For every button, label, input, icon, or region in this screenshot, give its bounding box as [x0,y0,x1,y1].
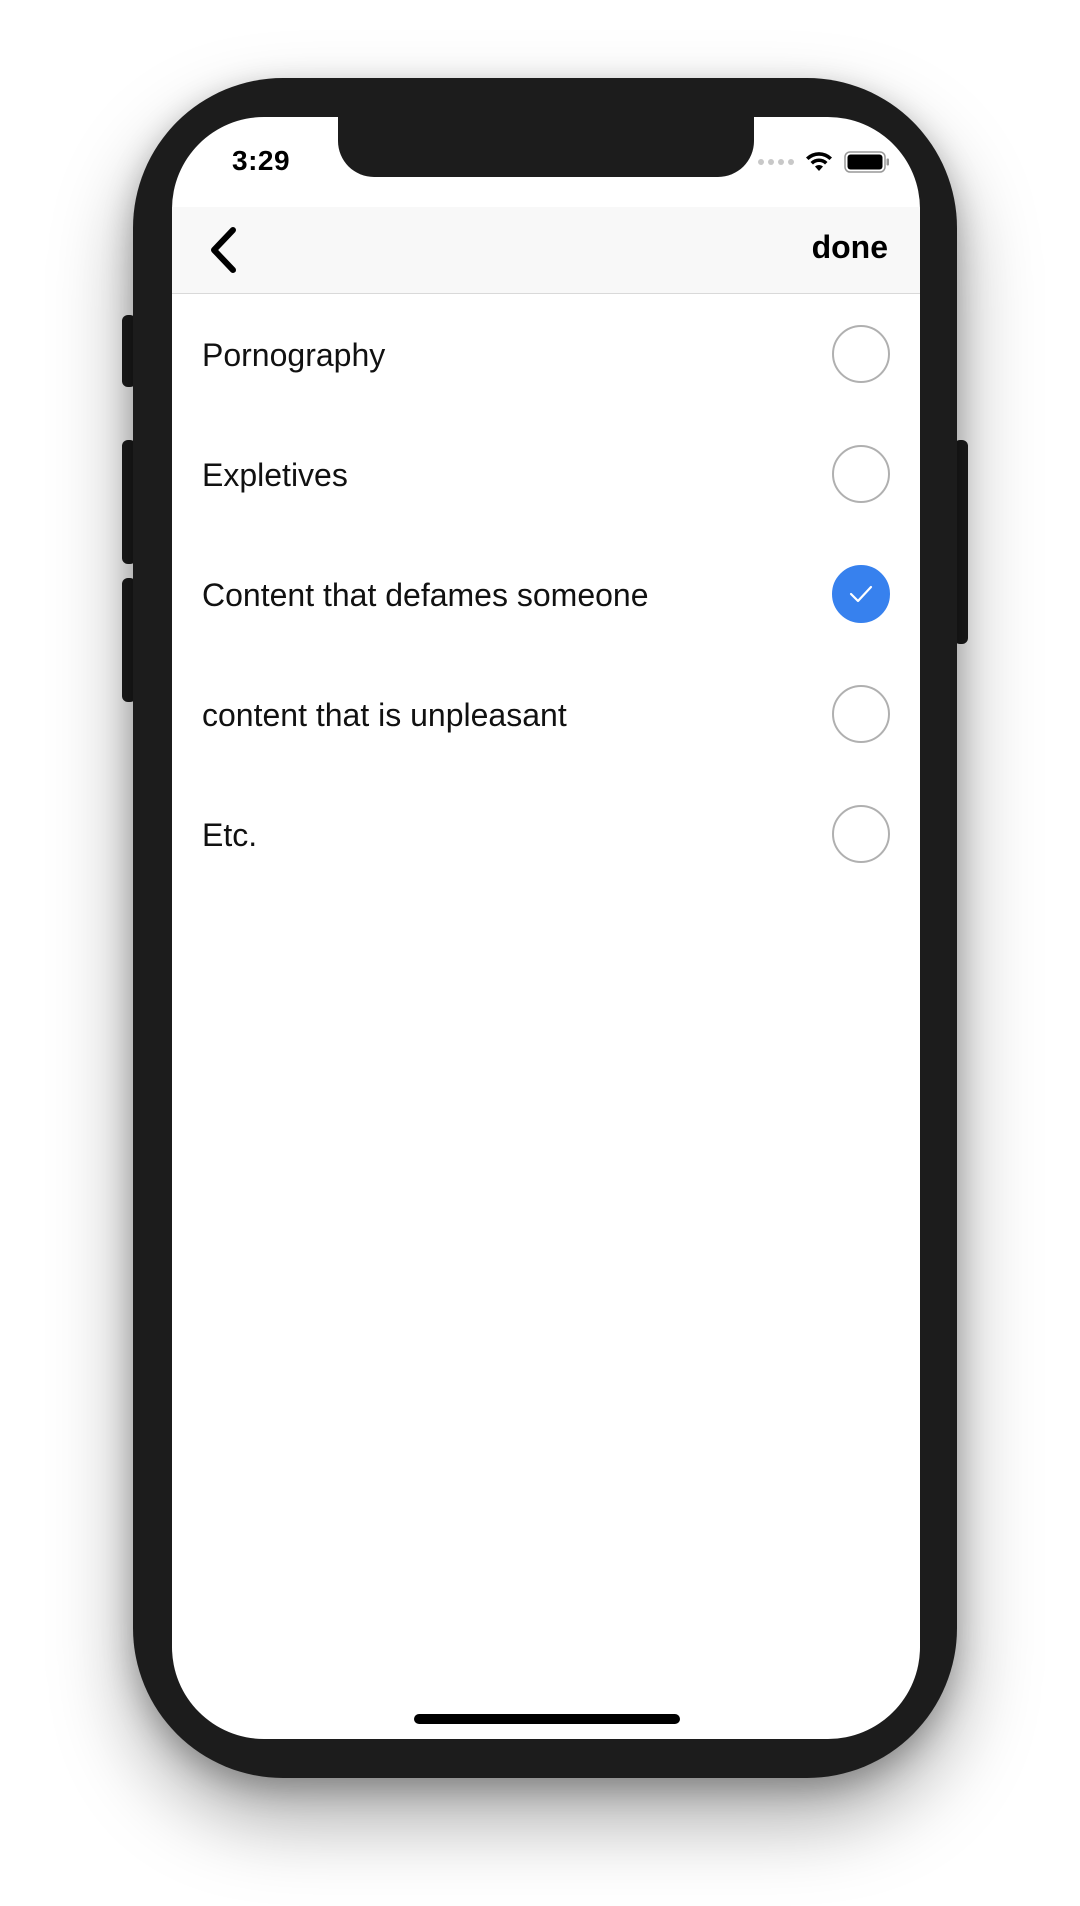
option-item-expletives[interactable]: Expletives [172,415,920,535]
radio-button[interactable] [832,685,890,743]
screen: 3:29 done Pornography Expletives Content… [172,117,920,1739]
option-list: Pornography Expletives Content that defa… [172,295,920,895]
option-label: Pornography [202,336,386,373]
chevron-left-icon [211,227,236,273]
done-button[interactable]: done [812,229,888,266]
navigation-bar: done [172,207,920,294]
option-item-unpleasant[interactable]: content that is unpleasant [172,655,920,775]
radio-button[interactable] [832,325,890,383]
wifi-icon [806,152,832,171]
signal-icon [758,159,794,165]
checkmark-icon [849,585,873,603]
status-time: 3:29 [232,145,291,176]
radio-button[interactable] [832,445,890,503]
home-indicator[interactable] [414,1714,680,1724]
notch [338,117,754,177]
radio-button-checked[interactable] [832,565,890,623]
option-label: Etc. [202,816,258,853]
back-button[interactable] [198,225,248,275]
page: 3:29 done Pornography Expletives Content… [0,0,1080,1906]
option-item-pornography[interactable]: Pornography [172,295,920,415]
radio-button[interactable] [832,805,890,863]
option-item-etc[interactable]: Etc. [172,775,920,895]
battery-icon [844,151,889,173]
option-item-defamation[interactable]: Content that defames someone [172,535,920,655]
status-icons [758,151,890,173]
option-label: Expletives [202,456,348,493]
option-label: content that is unpleasant [202,696,567,733]
option-label: Content that defames someone [202,576,649,613]
